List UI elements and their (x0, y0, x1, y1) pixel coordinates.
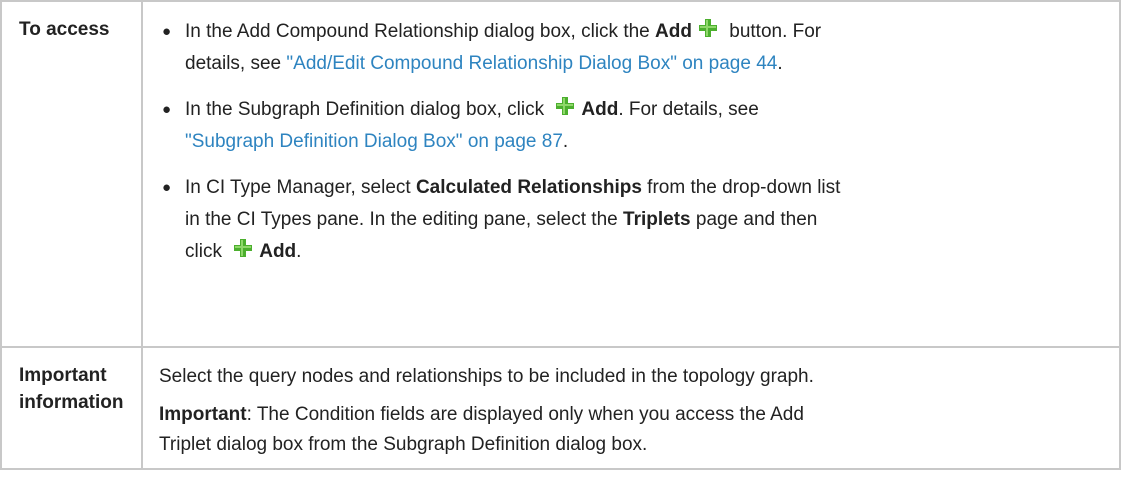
access-info-table: To access ● In the Add Compound Relation… (0, 0, 1121, 470)
bullet-icon: ● (162, 101, 172, 118)
link-add-edit-compound-relationship[interactable]: "Add/Edit Compound Relationship Dialog B… (286, 53, 777, 74)
row-header-important-information: Important information (0, 346, 143, 470)
link-subgraph-definition[interactable]: "Subgraph Definition Dialog Box" on page… (185, 131, 563, 152)
row-content-important-information: Select the query nodes and relationships… (141, 346, 1121, 470)
add-plus-icon (697, 17, 719, 39)
bullet-icon: ● (162, 179, 172, 196)
list-item: ● In the Subgraph Definition dialog box,… (159, 94, 1105, 158)
info-paragraph: Select the query nodes and relationships… (159, 366, 814, 387)
table-row-important-information: Important information Select the query n… (0, 346, 1121, 470)
row-header-to-access: To access (0, 0, 143, 348)
list-item: ● In CI Type Manager, select Calculated … (159, 172, 1105, 268)
access-steps-list: ● In the Add Compound Relationship dialo… (159, 16, 1105, 268)
row-content-to-access: ● In the Add Compound Relationship dialo… (141, 0, 1121, 348)
add-plus-icon (554, 95, 576, 117)
important-note: Important: The Condition fields are disp… (159, 404, 804, 455)
table-row-to-access: To access ● In the Add Compound Relation… (0, 0, 1121, 348)
add-plus-icon (232, 237, 254, 259)
bullet-icon: ● (162, 23, 172, 40)
list-item: ● In the Add Compound Relationship dialo… (159, 16, 1105, 80)
